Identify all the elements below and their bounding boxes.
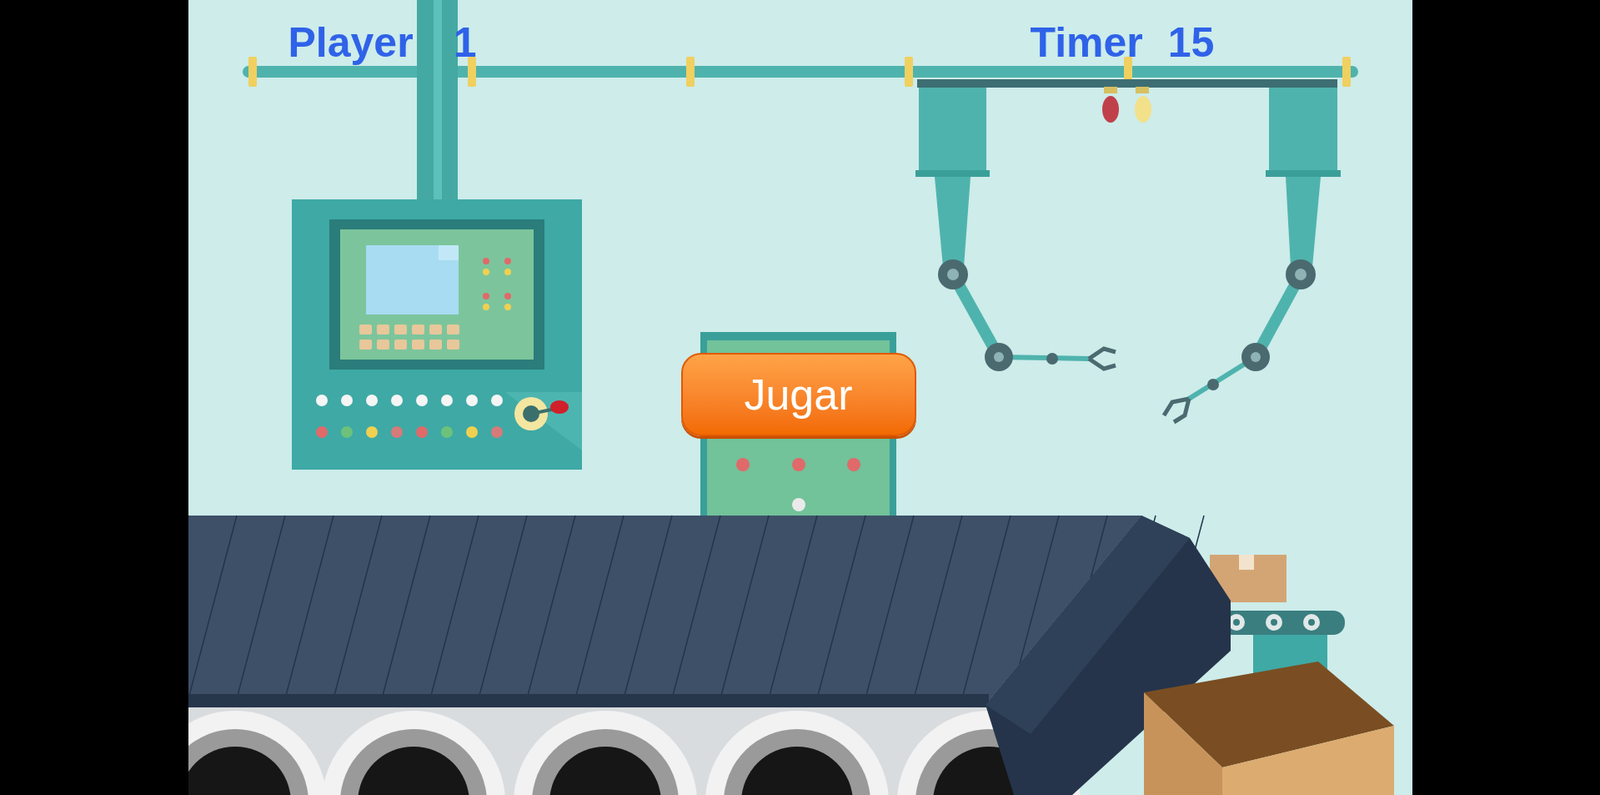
- player-label: Player: [288, 16, 414, 70]
- start-button[interactable]: Jugar: [681, 352, 917, 437]
- timer-label: Timer: [1030, 16, 1144, 70]
- player-display: Player 1: [288, 16, 477, 70]
- timer-display: Timer 15: [1030, 16, 1215, 70]
- player-value: 1: [453, 16, 477, 70]
- game-page: Player 1 Timer 15 Jugar: [0, 0, 1600, 795]
- timer-value: 15: [1168, 16, 1215, 70]
- game-canvas: Player 1 Timer 15 Jugar: [188, 0, 1413, 795]
